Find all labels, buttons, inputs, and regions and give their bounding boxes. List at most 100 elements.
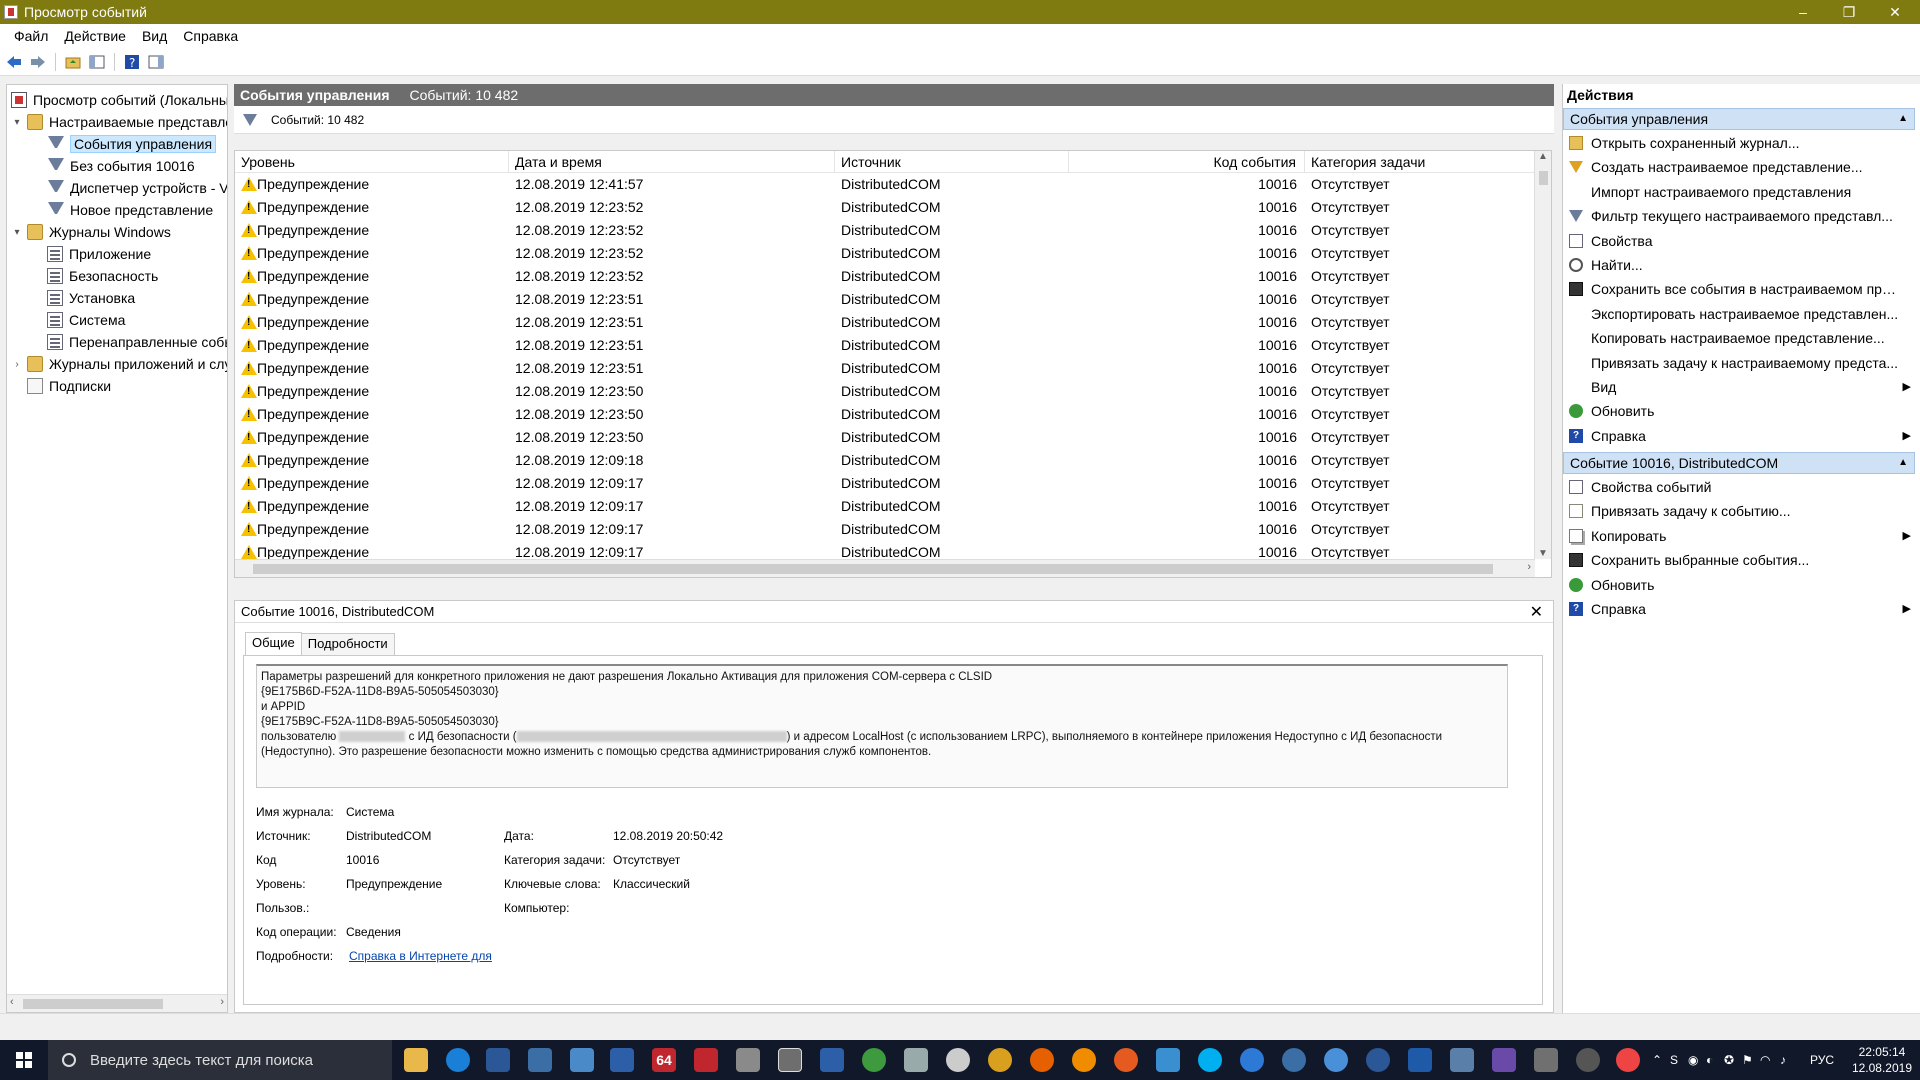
table-row[interactable]: Предупреждение 12.08.2019 12:23:51 Distrib… [235, 334, 1535, 357]
tray-antivirus-icon[interactable]: ✪ [1724, 1040, 1734, 1080]
scroll-down-arrow-icon[interactable]: ▼ [1538, 548, 1548, 559]
sc-app-icon[interactable] [1408, 1048, 1432, 1072]
table-row[interactable]: Предупреждение 12.08.2019 12:23:50 Distrib… [235, 426, 1535, 449]
table-row[interactable]: Предупреждение 12.08.2019 12:23:52 Distrib… [235, 242, 1535, 265]
column-datetime[interactable]: Дата и время [509, 151, 835, 173]
settings-gear-icon[interactable] [528, 1048, 552, 1072]
forward-button[interactable] [28, 52, 48, 72]
monitor-app-icon[interactable] [820, 1048, 844, 1072]
action-item[interactable]: Обновить [1567, 573, 1913, 597]
table-row[interactable]: Предупреждение 12.08.2019 12:09:17 Distrib… [235, 541, 1535, 559]
action-item[interactable]: Сохранить все события в настраиваемом пр… [1567, 277, 1913, 301]
table-row[interactable]: Предупреждение 12.08.2019 12:23:50 Distrib… [235, 403, 1535, 426]
firefox-icon[interactable] [1030, 1048, 1054, 1072]
action-item[interactable]: Вид ▶ [1567, 375, 1913, 399]
scroll-thumb[interactable] [1539, 171, 1548, 185]
table-row[interactable]: Предупреждение 12.08.2019 12:23:51 Distrib… [235, 357, 1535, 380]
tray-network-icon[interactable]: ◉ [1688, 1040, 1698, 1080]
table-row[interactable]: Предупреждение 12.08.2019 12:23:51 Distrib… [235, 311, 1535, 334]
scroll-right-arrow-icon[interactable]: › [220, 996, 224, 1008]
tree-item[interactable]: Установка [47, 287, 135, 309]
opera-icon[interactable] [1616, 1048, 1640, 1072]
grid-horizontal-scrollbar[interactable]: › [235, 559, 1535, 577]
close-button[interactable]: ✕ [1872, 0, 1918, 24]
action-item[interactable]: Привязать задачу к событию... [1567, 499, 1913, 523]
restore-button[interactable]: ❐ [1826, 0, 1872, 24]
tree-item[interactable]: События управления [47, 133, 217, 155]
action-item[interactable]: Импорт настраиваемого представления [1567, 180, 1913, 204]
mail-app-icon[interactable] [736, 1048, 760, 1072]
tray-sync-icon[interactable]: ◐ [1706, 1040, 1713, 1080]
table-row[interactable]: Предупреждение 12.08.2019 12:23:52 Distrib… [235, 265, 1535, 288]
edge-browser-icon[interactable] [446, 1048, 470, 1072]
aida64-icon[interactable]: 64 [652, 1048, 676, 1072]
app-window-icon[interactable] [570, 1048, 594, 1072]
telegram-icon[interactable] [1240, 1048, 1264, 1072]
action-item[interactable]: Копировать ▶ [1567, 524, 1913, 548]
column-source[interactable]: Источник [835, 151, 1069, 173]
tree-item[interactable]: Новое представление [47, 199, 213, 221]
menu-file[interactable]: Файл [6, 28, 56, 44]
chip-app-icon[interactable] [1492, 1048, 1516, 1072]
tab-general[interactable]: Общие [245, 632, 302, 655]
actions-section-event[interactable]: Событие 10016, DistributedCOM ▲ [1563, 452, 1915, 474]
action-item[interactable]: Открыть сохраненный журнал... [1567, 131, 1913, 155]
back-button[interactable] [4, 52, 24, 72]
tree-item[interactable]: Приложение [47, 243, 151, 265]
actions-section-view[interactable]: События управления ▲ [1563, 108, 1915, 130]
xbox-icon[interactable] [862, 1048, 886, 1072]
tray-wifi-icon[interactable]: ◠ [1760, 1040, 1770, 1080]
menu-view[interactable]: Вид [134, 28, 175, 44]
table-row[interactable]: Предупреждение 12.08.2019 12:09:18 Distrib… [235, 449, 1535, 472]
tab-details[interactable]: Подробности [300, 633, 395, 655]
globe-app-icon[interactable] [1282, 1048, 1306, 1072]
tray-flag-icon[interactable]: ⚑ [1742, 1040, 1753, 1080]
clock-app-icon[interactable] [988, 1048, 1012, 1072]
tray-overflow-icon[interactable]: ⌃ [1652, 1040, 1662, 1080]
action-item[interactable]: Найти... [1567, 253, 1913, 277]
action-item[interactable]: Создать настраиваемое представление... [1567, 155, 1913, 179]
start-button[interactable] [0, 1040, 48, 1080]
menu-action[interactable]: Действие [56, 28, 134, 44]
settings-icon[interactable] [946, 1048, 970, 1072]
tray-skype-icon[interactable]: S [1670, 1040, 1678, 1080]
tree-item[interactable]: Подписки [11, 375, 111, 397]
table-row[interactable]: Предупреждение 12.08.2019 12:09:17 Distrib… [235, 495, 1535, 518]
scroll-right-arrow-icon[interactable]: › [1527, 561, 1531, 573]
tree-item[interactable]: Система [47, 309, 125, 331]
scroll-up-arrow-icon[interactable]: ▲ [1538, 151, 1548, 162]
taskbar-search-box[interactable]: Введите здесь текст для поиска [48, 1040, 392, 1080]
table-row[interactable]: Предупреждение 12.08.2019 12:23:51 Distrib… [235, 288, 1535, 311]
table-row[interactable]: Предупреждение 12.08.2019 12:23:52 Distrib… [235, 219, 1535, 242]
tree-item[interactable]: › Журналы приложений и слу [11, 353, 227, 375]
document-app-icon[interactable] [610, 1048, 634, 1072]
input-language[interactable]: РУС [1810, 1040, 1834, 1080]
table-row[interactable]: Предупреждение 12.08.2019 12:09:17 Distrib… [235, 472, 1535, 495]
tree-item[interactable]: ▾ Журналы Windows [11, 221, 171, 243]
action-item[interactable]: Свойства событий [1567, 475, 1913, 499]
grid-vertical-scrollbar[interactable]: ▲ ▼ [1534, 151, 1551, 559]
show-action-pane-button[interactable] [146, 52, 166, 72]
action-item[interactable]: Копировать настраиваемое представление..… [1567, 326, 1913, 350]
orange-app-icon[interactable] [1114, 1048, 1138, 1072]
action-item[interactable]: Экспортировать настраиваемое представлен… [1567, 302, 1913, 326]
table-row[interactable]: Предупреждение 12.08.2019 12:23:50 Distrib… [235, 380, 1535, 403]
table-row[interactable]: Предупреждение 12.08.2019 12:23:52 Distrib… [235, 196, 1535, 219]
column-task-category[interactable]: Категория задачи [1305, 151, 1535, 173]
action-item[interactable]: Свойства [1567, 229, 1913, 253]
tree-item[interactable]: Просмотр событий (Локальный [11, 89, 227, 111]
gear-app-icon[interactable] [904, 1048, 928, 1072]
tree-expander-icon[interactable]: ▾ [11, 227, 23, 238]
show-hide-tree-button[interactable] [87, 52, 107, 72]
menu-help[interactable]: Справка [175, 28, 246, 44]
action-item[interactable]: Обновить [1567, 399, 1913, 423]
skype-icon[interactable] [1198, 1048, 1222, 1072]
online-help-link[interactable]: Справка в Интернете для [349, 945, 492, 967]
action-item[interactable]: Сохранить выбранные события... [1567, 548, 1913, 572]
event-message[interactable]: Параметры разрешений для конкретного при… [256, 664, 1508, 788]
check-app-icon[interactable] [1324, 1048, 1348, 1072]
taskbar-clock[interactable]: 22:05:14 12.08.2019 [1852, 1044, 1912, 1076]
tree-item[interactable]: Перенаправленные собы [47, 331, 227, 353]
powershell-icon[interactable] [486, 1048, 510, 1072]
tray-volume-icon[interactable]: ♪ [1780, 1040, 1786, 1080]
